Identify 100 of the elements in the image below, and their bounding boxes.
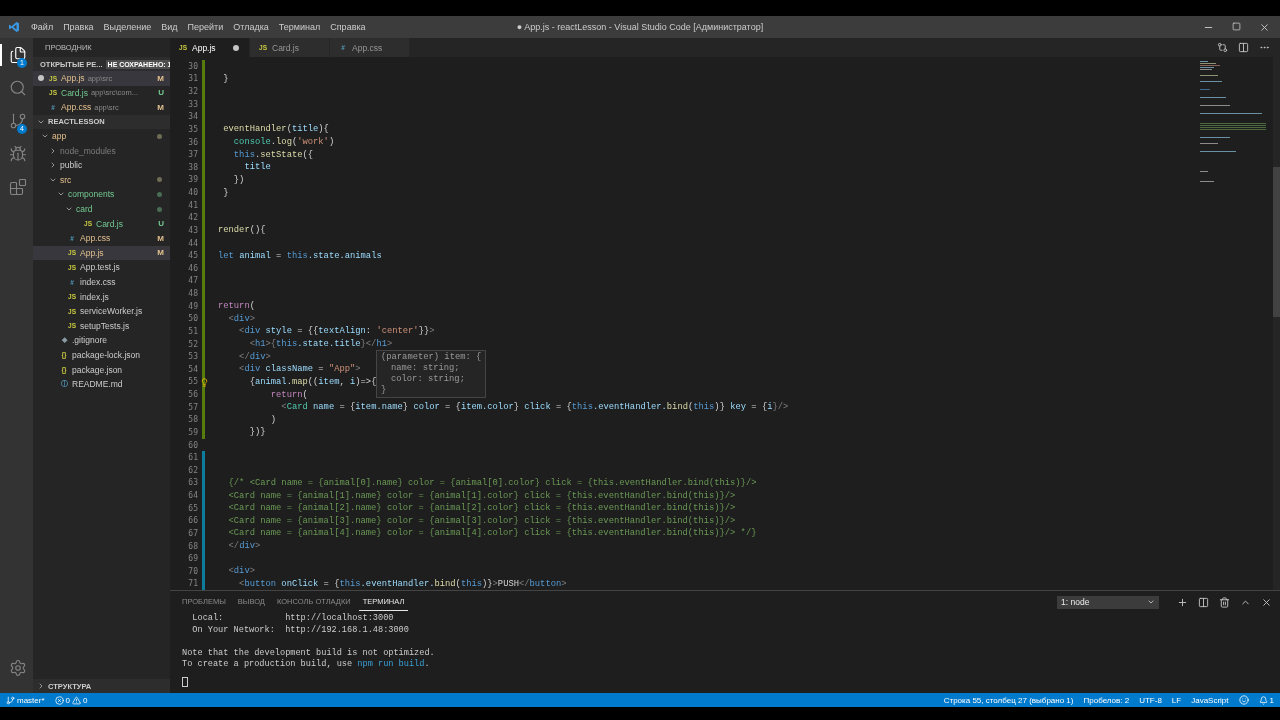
code-line: } xyxy=(222,187,229,198)
plus-icon[interactable] xyxy=(1177,596,1188,608)
code-line: }) xyxy=(232,174,245,185)
code-line: <div> xyxy=(227,566,255,577)
code-line: console.log('work') xyxy=(232,137,335,148)
file-name: index.js xyxy=(80,291,109,302)
file-name: App.css xyxy=(80,233,111,244)
code-line: </div> xyxy=(227,541,261,552)
menu-item[interactable]: Выделение xyxy=(98,22,157,32)
menu-item[interactable]: Правка xyxy=(58,22,99,32)
settings-icon[interactable] xyxy=(8,659,27,677)
tree-item[interactable]: public xyxy=(33,157,170,173)
restore-icon[interactable] xyxy=(1232,21,1241,31)
tree-item[interactable]: components xyxy=(33,187,170,202)
line-number: 43 xyxy=(187,225,198,235)
lightbulb-icon[interactable] xyxy=(200,377,209,387)
status-dot xyxy=(157,177,162,183)
scrollbar[interactable] xyxy=(1273,57,1280,590)
code-line: <Card name = {animal[3].name} color = {animal[3].color} click = {this.eventHandler.bind(this)}/> xyxy=(227,515,736,526)
code-line: title xyxy=(243,162,271,173)
status-dot xyxy=(157,133,162,139)
code-line: render(){ xyxy=(218,225,266,236)
menu-item[interactable]: Справка xyxy=(325,22,371,32)
code-line: <div style = {{textAlign: 'center'}}> xyxy=(238,326,435,337)
code-line: this.setState({ xyxy=(232,149,314,160)
menu-item[interactable]: Вид xyxy=(156,22,183,32)
branch-name: master* xyxy=(17,695,45,705)
menu-item[interactable]: Терминал xyxy=(273,22,326,32)
line-number: 32 xyxy=(187,87,198,97)
file-name: .gitignore xyxy=(72,335,107,346)
menu-item[interactable]: Отладка xyxy=(228,22,274,32)
file-name: serviceWorker.js xyxy=(80,306,143,317)
line-number: 55 xyxy=(187,377,198,387)
close-icon[interactable] xyxy=(1259,21,1270,33)
line-number: 66 xyxy=(187,516,198,526)
terminal-dropdown[interactable]: 1: node xyxy=(1057,595,1159,609)
line-number: 64 xyxy=(187,491,198,501)
code-line: {animal.map((item, i)=>{ xyxy=(248,376,377,387)
encoding-status[interactable]: UTF-8 xyxy=(1139,695,1162,705)
line-number: 70 xyxy=(187,566,198,576)
line-number: 39 xyxy=(187,175,198,185)
line-number: 52 xyxy=(187,339,198,349)
git-status: U xyxy=(158,219,164,229)
code-line: <div> xyxy=(227,313,255,324)
code-line: <Card name = {item.name} color = {item.color} click = {this.eventHandler.bind(this)} key = {i}/> xyxy=(280,402,789,413)
status-dot xyxy=(157,191,162,197)
tooltip-line: color: string; xyxy=(390,374,466,386)
line-number: 44 xyxy=(187,238,198,248)
trash-icon[interactable] xyxy=(1219,596,1230,608)
split-terminal-icon[interactable] xyxy=(1198,596,1209,608)
line-number: 61 xyxy=(187,453,198,463)
files-icon xyxy=(8,46,27,64)
error-count: 0 xyxy=(65,695,70,705)
tab-label: App.css xyxy=(352,42,383,53)
window-title: ● App.js - reactLesson - Visual Studio Code [Администратор] xyxy=(516,22,764,32)
git-status: M xyxy=(157,73,164,83)
compare-icon[interactable] xyxy=(1217,42,1228,53)
code-line: <div className = "App"> xyxy=(238,364,361,375)
tooltip-line: (parameter) item: { xyxy=(381,352,482,363)
tree-item[interactable]: card xyxy=(33,201,170,217)
warning-count: 0 xyxy=(83,695,88,705)
close-icon[interactable] xyxy=(1261,596,1272,608)
tree-item[interactable]: src xyxy=(33,172,170,188)
smiley-icon[interactable] xyxy=(1238,695,1249,705)
menu-item[interactable]: Файл xyxy=(26,22,59,32)
tab-label: Card.js xyxy=(272,42,299,53)
file-name: node_modules xyxy=(60,145,116,156)
line-number: 63 xyxy=(187,478,198,488)
menu-item[interactable]: Перейти xyxy=(182,22,229,32)
bug-icon xyxy=(8,145,27,163)
tree-item[interactable]: node_modules xyxy=(33,143,170,158)
file-name: App.js xyxy=(80,247,104,258)
line-ending-status[interactable]: LF xyxy=(1171,695,1182,705)
line-number: 56 xyxy=(187,390,198,400)
file-name: App.test.js xyxy=(80,262,120,273)
terminal-line: Note that the development build is not optimized. xyxy=(182,647,436,659)
line-number: 45 xyxy=(187,251,198,261)
line-number: 57 xyxy=(187,402,198,412)
file-name: app xyxy=(52,131,67,142)
line-number: 54 xyxy=(187,364,198,374)
notifications-status[interactable]: 1 xyxy=(1258,695,1274,705)
split-editor-icon[interactable] xyxy=(1238,42,1249,53)
file-name: App.css xyxy=(61,102,92,113)
problems-status[interactable]: 0 0 xyxy=(54,695,88,705)
line-number: 36 xyxy=(187,137,198,147)
code-line: <Card name = {animal[4].name} color = {animal[4].color} click = {this.eventHandler.bind(this)}/> */} xyxy=(227,528,757,539)
file-name: Card.js xyxy=(96,218,123,229)
code-line: } xyxy=(222,73,229,84)
cursor-position[interactable]: Строка 55, столбец 27 (выбрано 1) xyxy=(943,695,1074,705)
language-status[interactable]: JavaScript xyxy=(1191,695,1229,705)
line-number: 41 xyxy=(187,200,198,210)
search-icon xyxy=(8,79,27,97)
file-name: package.json xyxy=(72,364,123,375)
tab-label: App.js xyxy=(192,42,216,53)
tree-item[interactable]: app xyxy=(33,128,170,144)
line-number: 33 xyxy=(187,99,198,109)
branch-status[interactable]: master* xyxy=(6,695,45,705)
terminal-line: On Your Network: http://192.168.1.48:3000 xyxy=(191,624,410,636)
line-number: 60 xyxy=(187,440,198,450)
indentation-status[interactable]: Пробелов: 2 xyxy=(1083,695,1130,705)
